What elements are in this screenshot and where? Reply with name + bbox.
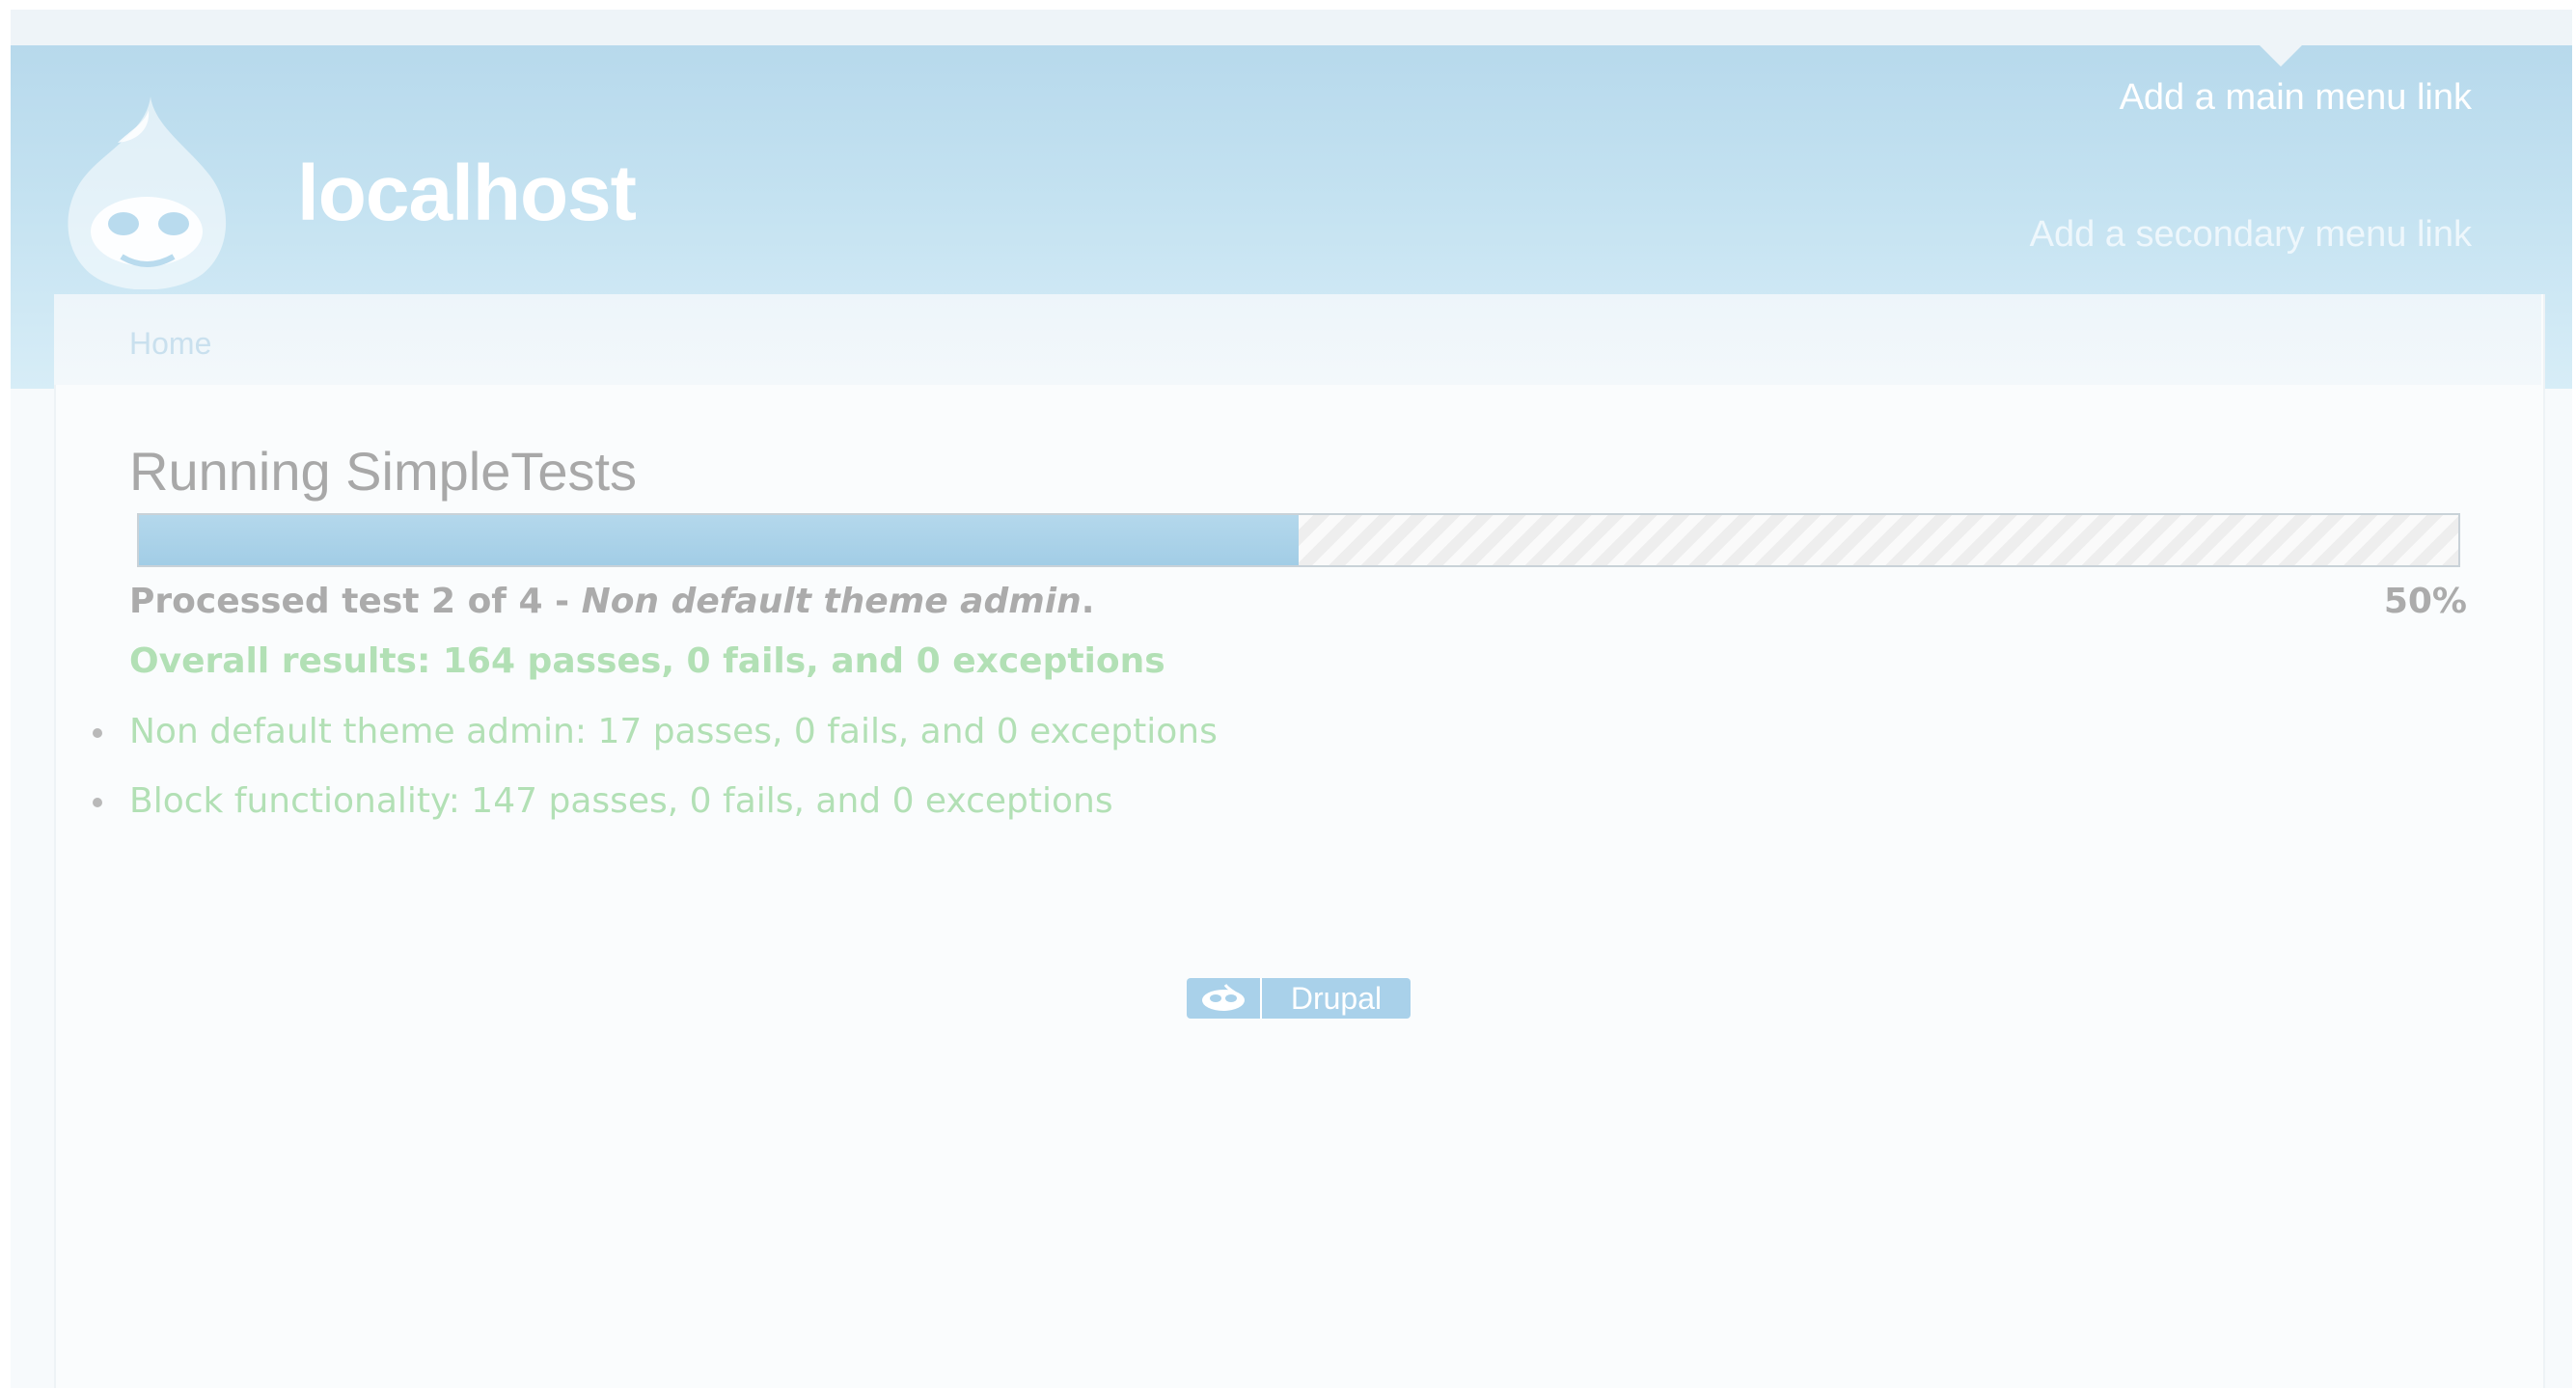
top-strip [11,10,2572,45]
result-text: Block functionality: 147 passes, 0 fails… [129,781,1113,821]
active-menu-pointer [2260,45,2302,67]
site-name[interactable]: localhost [297,154,637,233]
list-item: Non default theme admin: 17 passes, 0 fa… [93,709,1218,778]
progress-message-suffix: . [1081,582,1095,621]
main-menu-link[interactable]: Add a main menu link [2120,77,2472,119]
result-list: Non default theme admin: 17 passes, 0 fa… [93,709,1218,848]
badge-label: Drupal [1260,978,1411,1019]
progress-fill [139,515,1299,565]
progress-bar [137,513,2460,567]
breadcrumb-bar [54,294,2541,385]
current-test-name: Non default theme admin [581,582,1082,621]
page-title: Running SimpleTests [129,441,638,502]
result-text: Non default theme admin: 17 passes, 0 fa… [129,712,1218,751]
drupal-drop-icon[interactable] [62,96,233,290]
progress-message-prefix: Processed test 2 of 4 - [129,582,582,621]
progress-message: Processed test 2 of 4 - Non default them… [129,582,1094,621]
drupal-icon [1187,978,1260,1019]
progress-percent: 50% [2383,582,2467,621]
bullet-icon [93,728,102,738]
powered-by-drupal-badge[interactable]: Drupal [1187,978,1411,1019]
secondary-menu-link[interactable]: Add a secondary menu link [2030,214,2472,256]
bullet-icon [93,798,102,807]
overall-results: Overall results: 164 passes, 0 fails, an… [129,641,1165,681]
breadcrumb-home[interactable]: Home [129,326,211,362]
list-item: Block functionality: 147 passes, 0 fails… [93,778,1218,848]
